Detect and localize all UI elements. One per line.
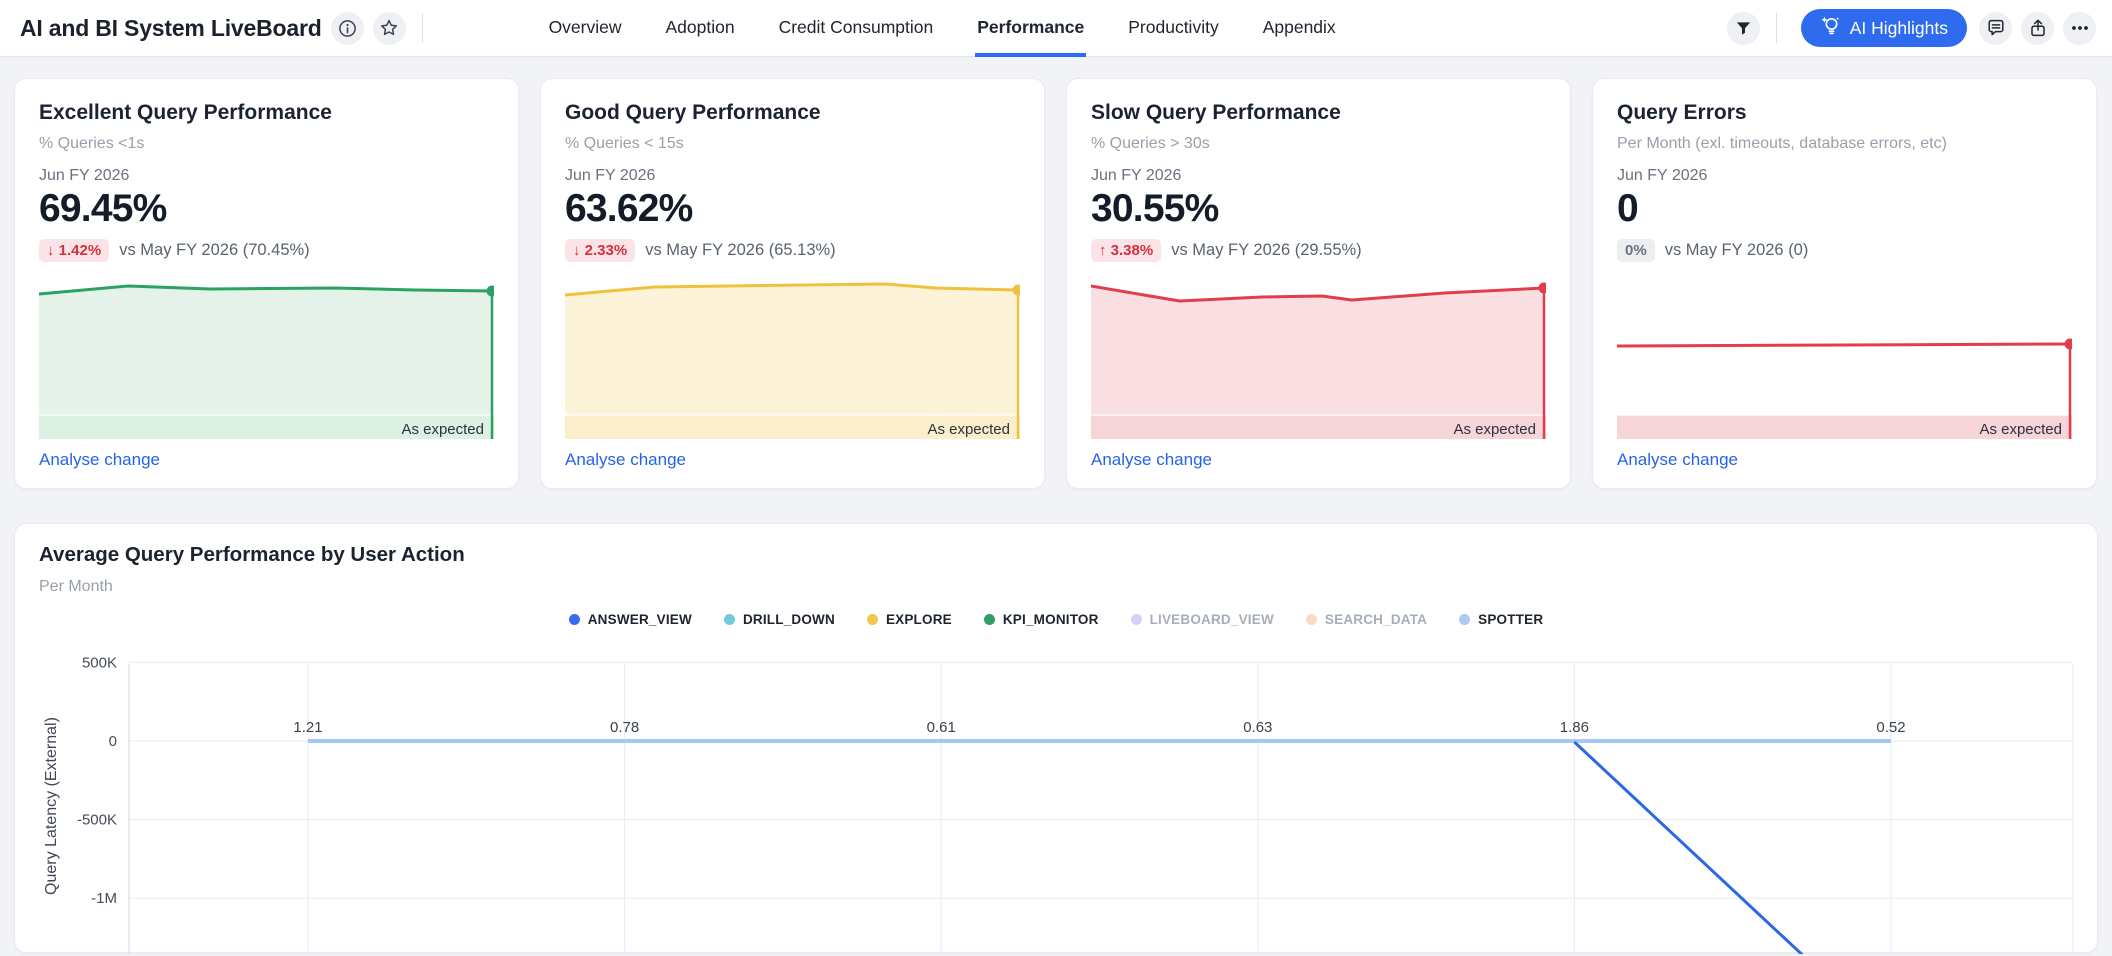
kpi-value: 0 [1617,187,1638,231]
toolbar-actions: AI Highlights [1718,9,2096,47]
kpi-period: Jun FY 2026 [1091,167,1181,185]
kpi-comparison: vs May FY 2026 (70.45%) [119,241,309,260]
kpi-sparkline: As expected [1091,279,1546,439]
delta-badge: 0% [1617,239,1655,262]
y-tick-label: -1M [91,890,117,907]
tab-overview[interactable]: Overview [547,0,624,57]
y-tick-label: -500K [77,812,117,829]
kpi-delta-row: ↑ 3.38% vs May FY 2026 (29.55%) [1091,239,1362,262]
data-point-label: 0.78 [610,719,639,736]
kpi-value: 63.62% [565,187,692,231]
kpi-title: Slow Query Performance [1091,101,1341,125]
y-tick-label: 0 [109,733,117,750]
kpi-comparison: vs May FY 2026 (29.55%) [1171,241,1361,260]
data-point-label: 1.21 [293,719,322,736]
data-point-label: 0.52 [1876,719,1905,736]
kpi-subtitle: Per Month (exl. timeouts, database error… [1617,135,1947,153]
kpi-value: 30.55% [1091,187,1218,231]
favorite-button[interactable] [373,12,406,45]
kpi-card-slow-query-performance: Slow Query Performance % Queries > 30s J… [1066,78,1571,489]
kpi-period: Jun FY 2026 [565,167,655,185]
filter-icon [1734,19,1753,38]
info-button[interactable] [331,12,364,45]
kpi-card-excellent-query-performance: Excellent Query Performance % Queries <1… [14,78,519,489]
kpi-subtitle: % Queries <1s [39,135,144,153]
kpi-subtitle: % Queries < 15s [565,135,684,153]
info-icon [338,19,357,38]
kpi-card-row: Excellent Query Performance % Queries <1… [14,78,2097,489]
ai-highlights-button[interactable]: AI Highlights [1801,9,1967,47]
expected-band-label: As expected [927,421,1010,438]
expected-band-label: As expected [401,421,484,438]
kpi-period: Jun FY 2026 [1617,167,1707,185]
ai-highlights-label: AI Highlights [1850,18,1948,39]
kpi-title: Excellent Query Performance [39,101,332,125]
arrow-down-icon: ↓ [573,242,581,259]
analyse-change-link[interactable]: Analyse change [1617,450,1738,470]
kpi-period: Jun FY 2026 [39,167,129,185]
kpi-comparison: vs May FY 2026 (0) [1665,241,1809,260]
kpi-card-query-errors: Query Errors Per Month (exl. timeouts, d… [1592,78,2097,489]
comment-icon [1986,18,2006,38]
liveboard-title: AI and BI System LiveBoard [20,15,322,42]
actions-divider [1776,13,1777,43]
latency-line-chart: 500K 0 -500K -1M 1.21 0.78 0.61 0.63 1.86 0.52 [15,524,2099,954]
kpi-sparkline: As expected [1617,279,2072,439]
tab-adoption[interactable]: Adoption [664,0,737,57]
filter-button[interactable] [1727,12,1760,45]
analyse-change-link[interactable]: Analyse change [39,450,160,470]
ai-sparkle-icon [1820,15,1841,41]
kpi-sparkline: As expected [39,279,494,439]
more-options-button[interactable] [2063,12,2096,45]
top-toolbar: AI and BI System LiveBoard Overview Adopt… [0,0,2112,57]
comment-button[interactable] [1979,12,2012,45]
expected-band-label: As expected [1453,421,1536,438]
kpi-sparkline: As expected [565,279,1020,439]
data-point-label: 0.61 [927,719,956,736]
kpi-delta-row: ↓ 2.33% vs May FY 2026 (65.13%) [565,239,836,262]
more-options-icon [2070,18,2090,38]
arrow-down-icon: ↓ [47,242,55,259]
kpi-delta-row: 0% vs May FY 2026 (0) [1617,239,1808,262]
tab-performance[interactable]: Performance [975,0,1086,57]
data-point-label: 1.86 [1560,719,1589,736]
analyse-change-link[interactable]: Analyse change [565,450,686,470]
expected-band-label: As expected [1979,421,2062,438]
kpi-subtitle: % Queries > 30s [1091,135,1210,153]
data-point-label: 0.63 [1243,719,1272,736]
liveboard-tab-bar: Overview Adoption Credit Consumption Perfor… [547,0,1338,57]
delta-badge: ↑ 3.38% [1091,239,1161,262]
delta-badge: ↓ 1.42% [39,239,109,262]
kpi-title: Good Query Performance [565,101,821,125]
arrow-up-icon: ↑ [1099,242,1107,259]
share-button[interactable] [2021,12,2054,45]
delta-badge: ↓ 2.33% [565,239,635,262]
kpi-delta-row: ↓ 1.42% vs May FY 2026 (70.45%) [39,239,310,262]
kpi-title: Query Errors [1617,101,1747,125]
analyse-change-link[interactable]: Analyse change [1091,450,1212,470]
share-icon [2028,18,2048,38]
tab-productivity[interactable]: Productivity [1126,0,1220,57]
favorite-star-icon [379,18,399,38]
y-tick-label: 500K [82,654,117,671]
kpi-comparison: vs May FY 2026 (65.13%) [645,241,835,260]
kpi-card-good-query-performance: Good Query Performance % Queries < 15s J… [540,78,1045,489]
header-divider [422,13,423,43]
avg-query-performance-panel: Average Query Performance by User Action… [14,523,2098,953]
tab-appendix[interactable]: Appendix [1261,0,1338,57]
tab-credit-consumption[interactable]: Credit Consumption [777,0,936,57]
kpi-value: 69.45% [39,187,166,231]
